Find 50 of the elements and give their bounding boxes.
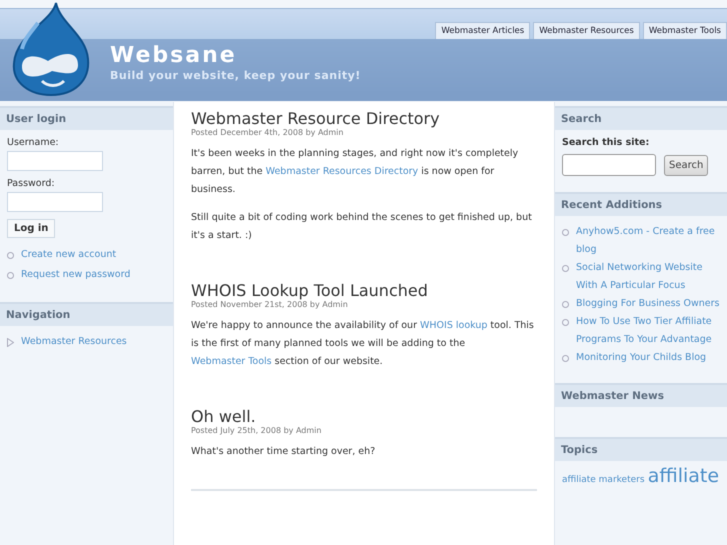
block-title: Recent Additions xyxy=(555,192,727,216)
site-slogan: Build your website, keep your sanity! xyxy=(110,69,361,82)
search-button[interactable]: Search xyxy=(664,154,708,176)
triangle-icon xyxy=(7,338,14,347)
site-name: Websane xyxy=(110,43,238,68)
block-title: Webmaster News xyxy=(555,383,727,407)
search-label: Search this site: xyxy=(562,137,650,148)
block-title: User login xyxy=(0,106,173,130)
nav-link[interactable]: Webmaster Resources xyxy=(21,333,127,351)
article-link[interactable]: Social Networking Website With A Particular Focus xyxy=(576,259,720,295)
article-link[interactable]: How To Use Two Tier Affiliate Programs To Your Advantage xyxy=(576,313,720,349)
post-paragraph: It's been weeks in the planning stages, and right now it's completely barren, but the Webmaster Resources Directory is now open for business. xyxy=(191,147,520,197)
login-button[interactable]: Log in xyxy=(7,219,56,238)
bullet-icon xyxy=(7,252,14,259)
post-paragraph: What's another time starting over, eh? xyxy=(191,445,376,459)
search-field[interactable] xyxy=(562,154,656,176)
bullet-icon xyxy=(562,355,569,362)
block-title: Navigation xyxy=(0,302,173,326)
post-title: WHOIS Lookup Tool Launched xyxy=(191,281,429,300)
bullet-icon xyxy=(562,265,569,272)
inline-link[interactable]: WHOIS lookup xyxy=(420,320,488,331)
nav-tab[interactable]: Webmaster Resources xyxy=(533,22,640,39)
password-field[interactable] xyxy=(7,192,103,212)
post-paragraph: Still quite a bit of coding work behind the scenes to get finished up, but it's a start. :) xyxy=(191,211,533,243)
bullet-icon xyxy=(562,229,569,236)
article-link[interactable]: Monitoring Your Childs Blog xyxy=(576,349,706,367)
account-link[interactable]: Request new password xyxy=(21,266,130,284)
block-title: Topics xyxy=(555,437,727,461)
post-title: Webmaster Resource Directory xyxy=(191,109,441,128)
post-paragraph: We're happy to announce the availability of our WHOIS lookup tool. This is the first of many planned tools we will be adding to the Webmaster Tools section of our website. xyxy=(191,319,535,369)
bullet-icon xyxy=(562,301,569,308)
post-meta: Posted July 25th, 2008 by Admin xyxy=(191,426,322,435)
field-label: Username: xyxy=(7,137,60,148)
bullet-icon xyxy=(7,272,14,279)
block-title: Search xyxy=(555,106,727,130)
inline-link[interactable]: Webmaster Resources Directory xyxy=(266,166,418,177)
nav-tab[interactable]: Webmaster Tools xyxy=(642,22,727,39)
topic-tag[interactable]: affiliate marketers xyxy=(562,475,645,485)
username-field[interactable] xyxy=(7,151,103,171)
post-title: Oh well. xyxy=(191,407,257,426)
post-meta: Posted November 21st, 2008 by Admin xyxy=(191,300,349,309)
field-label: Password: xyxy=(7,178,56,189)
inline-link[interactable]: Webmaster Tools xyxy=(191,356,272,367)
nav-tab[interactable]: Webmaster Articles xyxy=(435,22,530,39)
article-link[interactable]: Anyhow5.com - Create a free blog xyxy=(576,223,720,259)
account-link[interactable]: Create new account xyxy=(21,246,116,264)
topic-tag[interactable]: affiliate xyxy=(648,465,720,487)
bullet-icon xyxy=(562,319,569,326)
article-link[interactable]: Blogging For Business Owners xyxy=(576,295,720,313)
post-meta: Posted December 4th, 2008 by Admin xyxy=(191,128,344,137)
